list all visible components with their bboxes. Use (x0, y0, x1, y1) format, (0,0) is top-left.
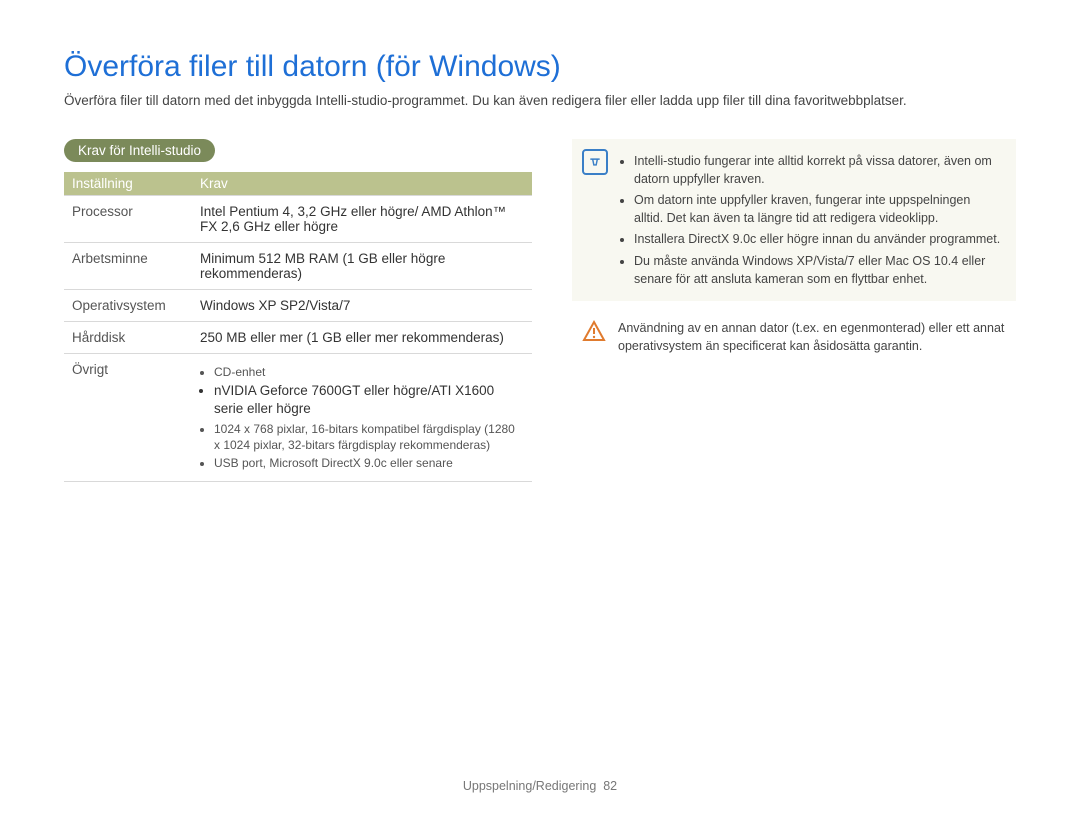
row-label: Operativsystem (64, 289, 192, 321)
warning-icon (582, 319, 606, 343)
note-box: Intelli-studio fungerar inte alltid korr… (572, 139, 1016, 301)
warning-text: Användning av en annan dator (t.ex. en e… (618, 319, 1016, 355)
row-value: CD-enhet nVIDIA Geforce 7600GT eller hög… (192, 353, 532, 481)
row-value: 250 MB eller mer (1 GB eller mer rekomme… (192, 321, 532, 353)
row-label: Hårddisk (64, 321, 192, 353)
page-title: Överföra filer till datorn (för Windows) (64, 50, 1016, 84)
page-footer: Uppspelning/Redigering 82 (0, 779, 1080, 793)
row-value: Intel Pentium 4, 3,2 GHz eller högre/ AM… (192, 195, 532, 242)
other-item: USB port, Microsoft DirectX 9.0c eller s… (214, 455, 524, 471)
table-row: Operativsystem Windows XP SP2/Vista/7 (64, 289, 532, 321)
table-row: Processor Intel Pentium 4, 3,2 GHz eller… (64, 195, 532, 242)
footer-page: 82 (603, 779, 617, 793)
table-row: Hårddisk 250 MB eller mer (1 GB eller me… (64, 321, 532, 353)
row-value: Windows XP SP2/Vista/7 (192, 289, 532, 321)
row-label: Övrigt (64, 353, 192, 481)
note-icon (582, 149, 608, 175)
row-label: Arbetsminne (64, 242, 192, 289)
note-item: Intelli-studio fungerar inte alltid korr… (634, 152, 1002, 188)
warning-box: Användning av en annan dator (t.ex. en e… (572, 319, 1016, 355)
row-label: Processor (64, 195, 192, 242)
other-item: nVIDIA Geforce 7600GT eller högre/ATI X1… (214, 382, 524, 418)
section-header: Krav för Intelli-studio (64, 139, 215, 162)
requirements-table: Inställning Krav Processor Intel Pentium… (64, 172, 532, 482)
note-item: Du måste använda Windows XP/Vista/7 elle… (634, 252, 1002, 288)
other-item: 1024 x 768 pixlar, 16-bitars kompatibel … (214, 421, 524, 453)
table-row: Övrigt CD-enhet nVIDIA Geforce 7600GT el… (64, 353, 532, 481)
table-row: Arbetsminne Minimum 512 MB RAM (1 GB ell… (64, 242, 532, 289)
other-item: CD-enhet (214, 364, 524, 380)
row-value: Minimum 512 MB RAM (1 GB eller högre rek… (192, 242, 532, 289)
th-setting: Inställning (64, 172, 192, 196)
note-item: Installera DirectX 9.0c eller högre inna… (634, 230, 1002, 248)
note-item: Om datorn inte uppfyller kraven, fungera… (634, 191, 1002, 227)
th-requirement: Krav (192, 172, 532, 196)
footer-section: Uppspelning/Redigering (463, 779, 596, 793)
intro-text: Överföra filer till datorn med det inbyg… (64, 92, 1016, 111)
